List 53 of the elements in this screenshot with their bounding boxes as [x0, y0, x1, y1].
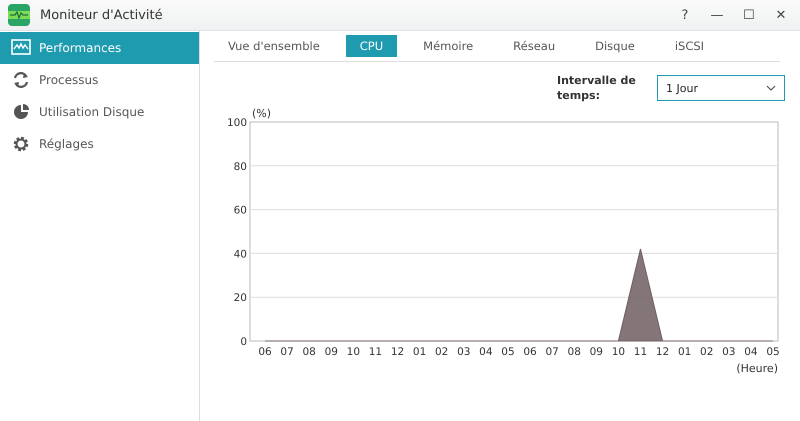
x-tick-label: 07 [545, 346, 559, 358]
sidebar-item[interactable]: Réglages [0, 128, 199, 160]
x-tick-label: 05 [766, 346, 780, 358]
x-tick-label: 11 [368, 346, 382, 358]
x-tick-label: 07 [280, 346, 294, 358]
tab[interactable]: Vue d'ensemble [214, 35, 334, 57]
x-tick-label: 04 [744, 346, 758, 358]
y-tick-label: 80 [234, 160, 247, 173]
refresh-icon [11, 71, 31, 89]
x-tick-label: 04 [479, 346, 493, 358]
x-tick-label: 12 [390, 346, 404, 358]
pie-chart-icon [11, 103, 31, 121]
y-tick-label: 20 [234, 292, 247, 304]
x-tick-label: 06 [258, 346, 272, 358]
caret-icon [766, 85, 776, 91]
y-tick-label: 100 [226, 117, 247, 129]
x-tick-label: 05 [501, 346, 515, 358]
tab[interactable]: Mémoire [409, 35, 488, 57]
x-tick-label: 01 [678, 346, 692, 358]
tab[interactable]: iSCSI [660, 35, 718, 57]
x-tick-label: 08 [568, 346, 581, 358]
close-button[interactable]: ✕ [768, 3, 794, 27]
settings-icon [11, 135, 31, 153]
maximize-button[interactable]: ☐ [736, 3, 762, 27]
x-tick-label: 03 [722, 346, 736, 358]
x-tick-label: 09 [590, 346, 603, 358]
help-button[interactable]: ? [672, 3, 698, 27]
tab[interactable]: Réseau [499, 35, 570, 57]
x-tick-label: 02 [700, 346, 714, 358]
y-tick-label: 0 [240, 336, 247, 348]
x-tick-label: 01 [412, 346, 426, 358]
interval-label: Intervalle de temps: [557, 73, 637, 103]
y-axis-label: (%) [252, 107, 272, 120]
x-tick-label: 06 [523, 346, 537, 358]
sidebar-item[interactable]: Utilisation Disque [0, 96, 199, 128]
sidebar-item[interactable]: Processus [0, 64, 199, 96]
x-tick-label: 11 [634, 346, 648, 358]
x-axis-label: (Heure) [736, 362, 778, 375]
x-tick-label: 08 [302, 346, 316, 358]
x-tick-label: 12 [656, 346, 670, 358]
x-tick-label: 09 [324, 346, 338, 358]
chart-icon [11, 39, 31, 57]
minimize-button[interactable]: — [704, 3, 730, 27]
y-tick-label: 60 [234, 204, 247, 217]
window-title: Moniteur d'Activité [40, 8, 163, 22]
tab[interactable]: Disque [581, 35, 649, 57]
x-tick-label: 03 [457, 346, 470, 358]
x-tick-label: 10 [612, 346, 626, 358]
y-tick-label: 40 [234, 248, 247, 260]
x-tick-label: 10 [346, 346, 360, 358]
app-logo-icon [8, 4, 30, 26]
x-tick-label: 02 [435, 346, 448, 358]
interval-dropdown[interactable]: 1 Jour [657, 75, 785, 101]
